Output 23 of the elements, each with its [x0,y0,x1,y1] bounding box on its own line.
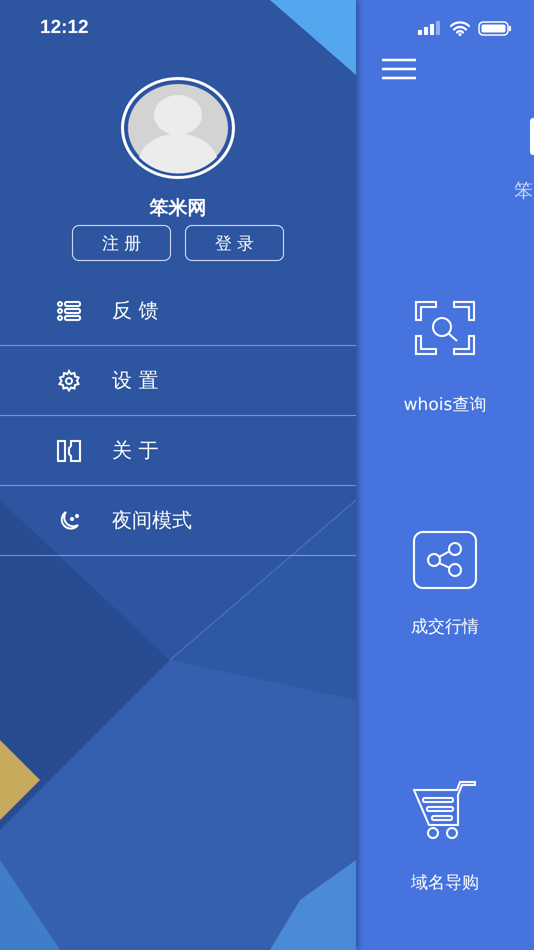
feature-item[interactable]: whois查询 [404,393,486,416]
feature-item[interactable]: 成交行情 [411,615,479,638]
cart-icon [413,781,477,839]
menu-item[interactable]: 关 于 [112,437,158,464]
app-subtitle: 笨 [514,179,533,204]
register-button[interactable]: 注 册 [72,225,171,261]
login-button[interactable]: 登 录 [185,225,284,261]
status-time: 12:12 [40,17,89,39]
bracket-icon [57,440,81,462]
menu-item[interactable]: 夜间模式 [112,507,192,534]
menu-item[interactable]: 反 馈 [112,297,158,324]
menu-item[interactable]: 设 置 [112,367,158,394]
feature-item[interactable]: 域名导购 [411,871,479,894]
user-name: 笨米网 [150,196,206,221]
battery-icon [478,20,512,36]
signal-icon [418,21,442,35]
menu-icon[interactable] [382,58,416,80]
avatar[interactable] [119,75,237,181]
share-icon [413,531,477,589]
scan-search-icon [415,301,475,355]
settings-icon [57,368,81,392]
list-icon [57,300,81,320]
wifi-icon [450,20,470,36]
